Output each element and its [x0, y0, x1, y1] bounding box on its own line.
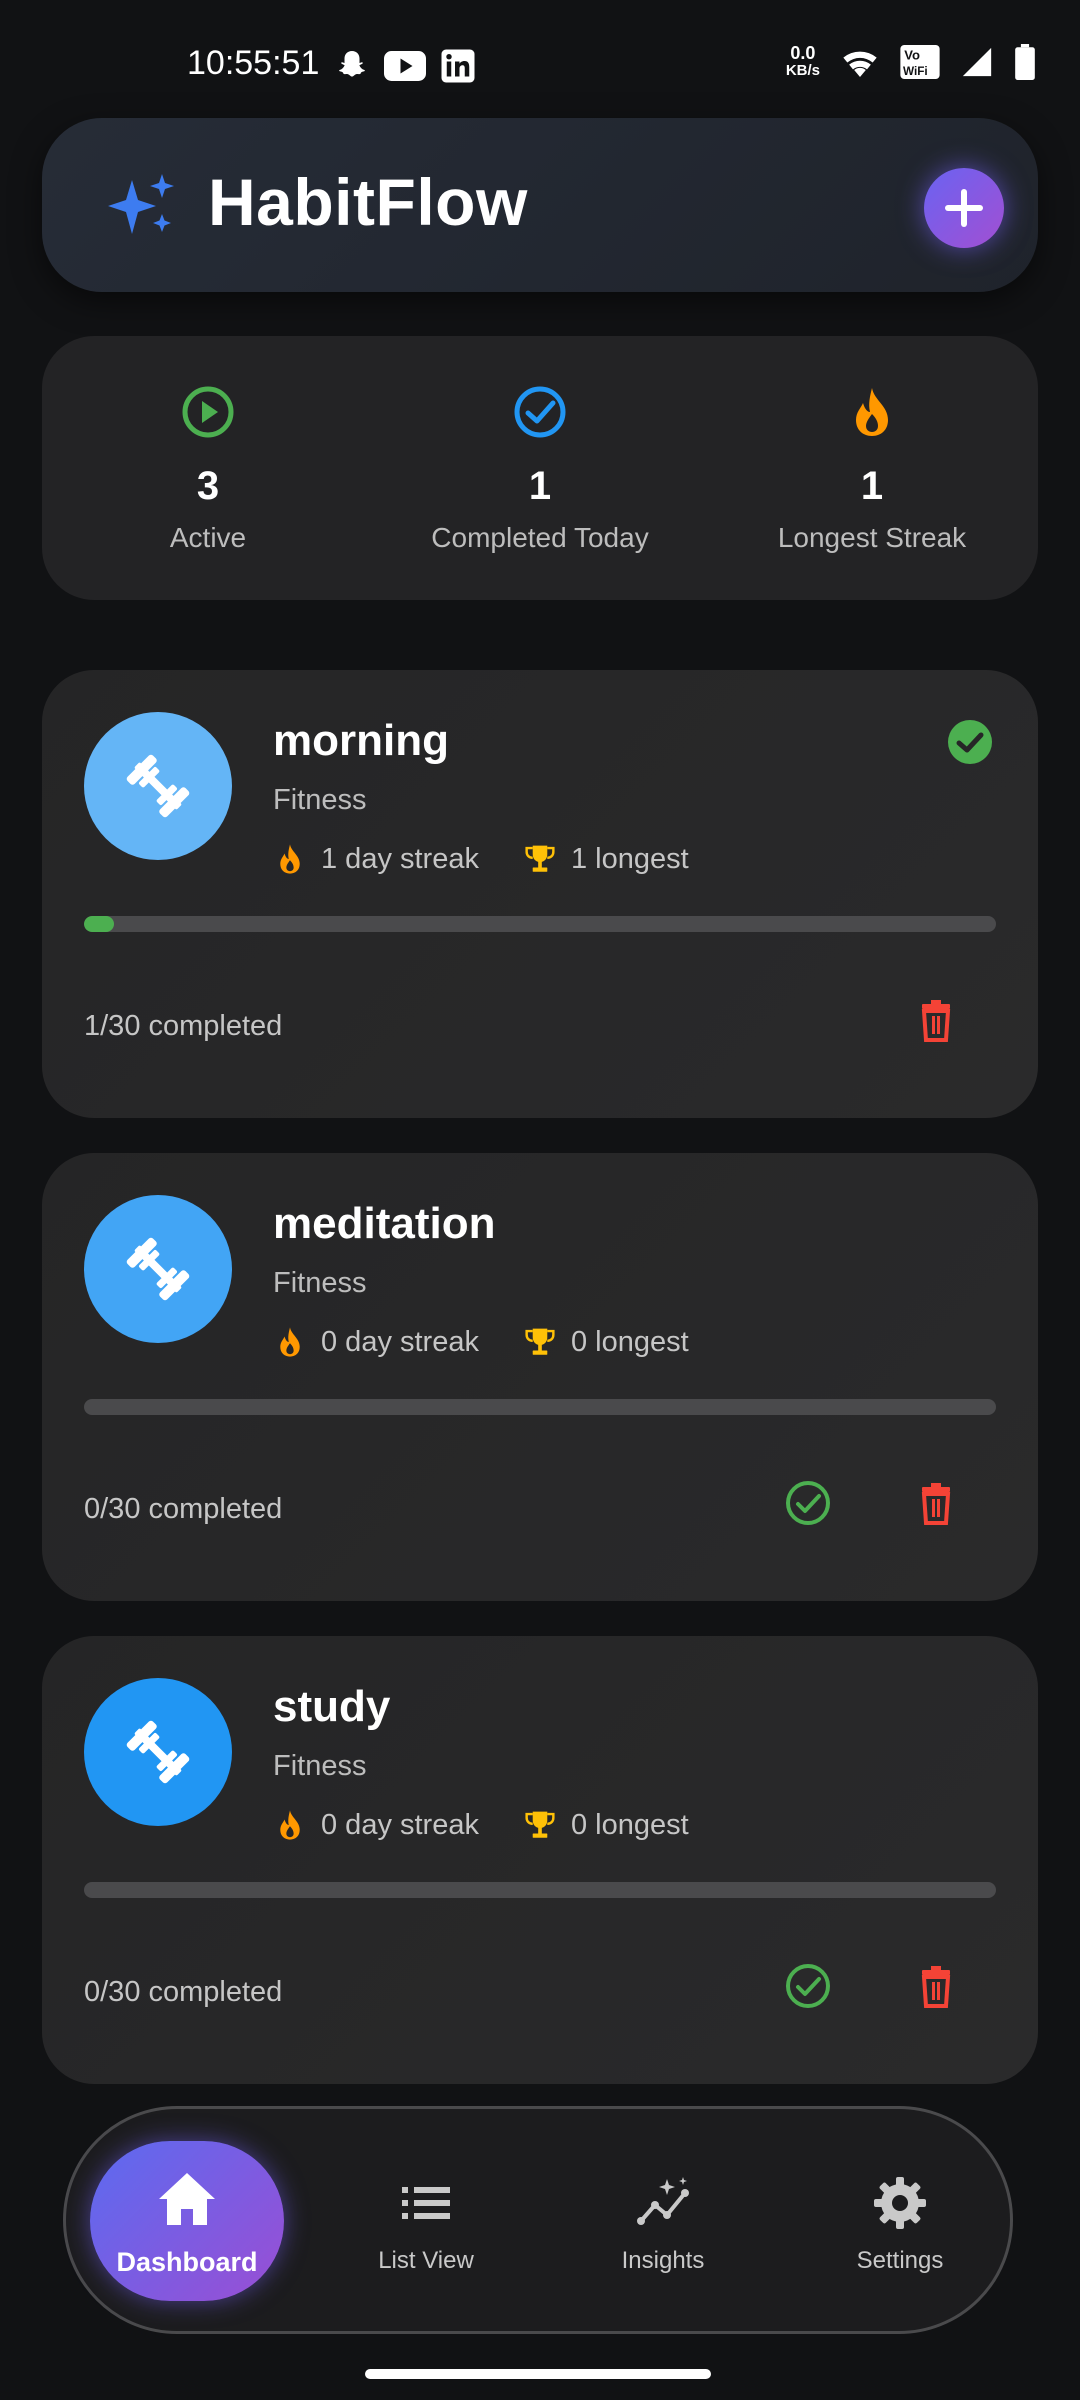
wifi-icon — [843, 51, 877, 77]
stat-completed-label: Completed Today — [431, 522, 649, 553]
net-speed: 0.0 KB/s — [786, 44, 820, 80]
habit-longest: 0 longest — [570, 1808, 689, 1841]
play-circle-icon — [182, 386, 234, 438]
habit-progress-fill — [84, 916, 115, 932]
habit-streak: 0 day streak — [321, 1325, 479, 1358]
habit-meta: 1 day streak 1 longest — [273, 842, 689, 876]
battery-icon — [1015, 44, 1035, 80]
nav-insights[interactable]: Insights — [563, 2109, 763, 2331]
stat-active-value: 3 — [196, 464, 220, 508]
sparkles-icon — [108, 174, 174, 234]
home-icon — [159, 2173, 215, 2225]
habit-card[interactable]: study Fitness 0 day streak 0 longest 0/3… — [42, 1636, 1038, 2084]
habit-longest: 1 longest — [570, 842, 689, 875]
habit-completed-count: 0/30 completed — [84, 1976, 283, 2008]
mark-complete-icon[interactable] — [784, 1962, 832, 2010]
dumbbell-icon — [126, 754, 190, 818]
notification-icons — [334, 48, 476, 84]
list-icon — [402, 2187, 450, 2219]
flame-icon — [856, 388, 888, 436]
stat-streak-label: Longest Streak — [777, 522, 967, 553]
habit-progress-bar — [84, 1882, 996, 1898]
status-time: 10:55:51 — [187, 44, 320, 82]
habit-category: Fitness — [273, 1267, 367, 1299]
stat-streak-value: 1 — [860, 464, 884, 508]
flame-icon — [280, 1327, 300, 1357]
add-habit-button[interactable] — [924, 168, 1004, 248]
nav-settings[interactable]: Settings — [800, 2109, 1000, 2331]
nav-list-view-label: List View — [378, 2247, 474, 2274]
snapchat-icon — [339, 51, 365, 77]
insights-icon — [637, 2177, 689, 2225]
vowifi-icon: Vo WiFi — [900, 45, 940, 79]
delete-icon[interactable] — [912, 996, 960, 1044]
habit-name: study — [273, 1682, 391, 1731]
habit-meta: 0 day streak 0 longest — [273, 1325, 689, 1359]
habit-card[interactable]: morning Fitness 1 day streak 1 longest 1… — [42, 670, 1038, 1118]
signal-icon — [962, 47, 992, 77]
habit-longest: 0 longest — [570, 1325, 689, 1358]
habit-category: Fitness — [273, 1750, 367, 1782]
habit-avatar — [84, 712, 232, 860]
delete-icon[interactable] — [912, 1479, 960, 1527]
habit-card[interactable]: meditation Fitness 0 day streak 0 longes… — [42, 1153, 1038, 1601]
dumbbell-icon — [126, 1720, 190, 1784]
habit-completed-count: 0/30 completed — [84, 1493, 283, 1525]
flame-icon — [280, 844, 300, 874]
dumbbell-icon — [126, 1237, 190, 1301]
check-circle-icon — [514, 386, 566, 438]
flame-icon — [280, 1810, 300, 1840]
stat-completed-value: 1 — [528, 464, 552, 508]
bottom-navigation: Dashboard List View Insights Settings — [63, 2106, 1013, 2334]
stats-card: 3 Active 1 Completed Today 1 Longest Str… — [42, 336, 1038, 600]
svg-text:WiFi: WiFi — [903, 65, 928, 78]
trophy-icon — [525, 1328, 555, 1355]
system-icons: 0.0 KB/s Vo WiFi — [786, 44, 1036, 80]
linkedin-icon — [441, 49, 475, 83]
stat-completed-today: 1 Completed Today — [374, 336, 706, 600]
net-speed-value: 0.0 — [790, 43, 816, 63]
nav-settings-label: Settings — [856, 2247, 944, 2274]
app-title: HabitFlow — [208, 165, 528, 239]
habit-category: Fitness — [273, 784, 367, 816]
svg-text:Vo: Vo — [904, 47, 920, 62]
stat-active-label: Active — [169, 522, 247, 553]
net-speed-unit: KB/s — [785, 62, 820, 79]
mark-complete-icon[interactable] — [784, 1479, 832, 1527]
trophy-icon — [525, 845, 555, 872]
stat-longest-streak: 1 Longest Streak — [706, 336, 1038, 600]
nav-dashboard[interactable]: Dashboard — [90, 2141, 284, 2301]
plus-icon — [945, 189, 983, 227]
gear-icon — [874, 2177, 926, 2229]
completed-check-icon — [948, 720, 992, 764]
habit-streak: 1 day streak — [321, 842, 479, 875]
habit-meta: 0 day streak 0 longest — [273, 1808, 689, 1842]
youtube-icon — [384, 51, 426, 81]
nav-insights-label: Insights — [621, 2247, 705, 2274]
habit-name: morning — [273, 716, 449, 765]
habit-avatar — [84, 1678, 232, 1826]
habit-avatar — [84, 1195, 232, 1343]
nav-list-view[interactable]: List View — [326, 2109, 526, 2331]
trophy-icon — [525, 1811, 555, 1838]
habit-progress-bar — [84, 1399, 996, 1415]
habit-completed-count: 1/30 completed — [84, 1010, 283, 1042]
stat-active: 3 Active — [42, 336, 374, 600]
habit-streak: 0 day streak — [321, 1808, 479, 1841]
home-indicator[interactable] — [365, 2369, 711, 2379]
app-header — [42, 118, 1038, 292]
nav-dashboard-label: Dashboard — [116, 2247, 258, 2277]
delete-icon[interactable] — [912, 1962, 960, 2010]
habit-progress-bar — [84, 916, 996, 932]
habit-name: meditation — [273, 1199, 496, 1248]
